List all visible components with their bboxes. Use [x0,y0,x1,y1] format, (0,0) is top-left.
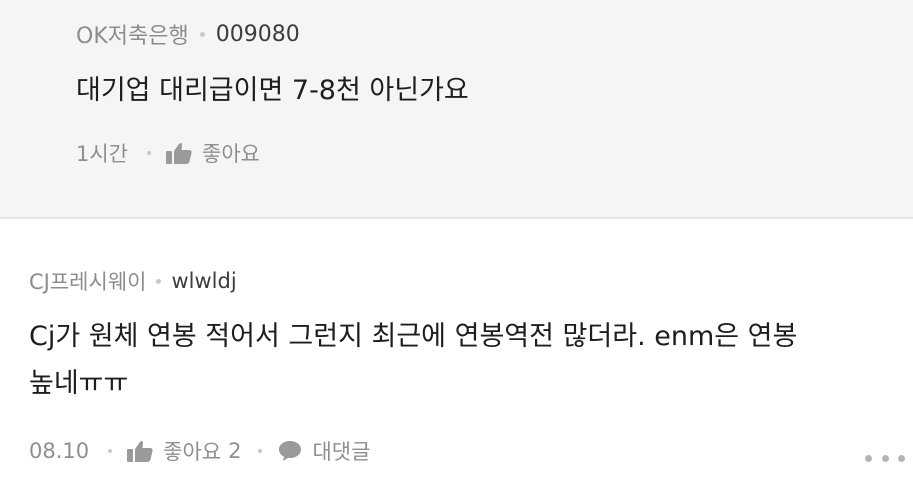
comment-like-label: 좋아요 [163,440,222,464]
comment-reply-label: 대댓글 [312,440,371,464]
reply-text: 대기업 대리급이면 7-8천 아닌가요 [76,75,469,106]
separator-dot [199,31,205,37]
comment-reply-button[interactable]: 대댓글 [278,436,370,466]
comment-text-line2: 높네ㅠㅠ [29,368,129,399]
thumbs-up-icon [166,142,192,164]
comment-nickname: wlwldj [171,269,237,293]
reply-author: OK저축은행 009080 [76,18,300,50]
separator-dot [147,151,152,155]
comment-author: CJ프레시웨이 wlwldj [29,266,237,296]
comment-company: CJ프레시웨이 [29,270,147,294]
thumbs-up-icon [127,440,153,462]
comment-like-count: 2 [228,439,242,463]
reply-company: OK저축은행 [76,24,189,49]
more-dot [898,454,905,462]
more-dot [865,454,872,462]
separator-dot [258,449,263,453]
reply-nickname: 009080 [215,21,300,47]
speech-bubble-icon [278,440,302,462]
separator-dot [108,449,113,453]
separator-dot [156,278,162,284]
reply-actions: 1시간 좋아요 [76,138,260,168]
more-dots-icon[interactable] [865,448,905,468]
reply-like-button[interactable]: 좋아요 [166,138,260,168]
comment-like-button[interactable]: 좋아요 2 [127,436,241,466]
comment-date: 08.10 [29,439,90,463]
comment-text-line1: Cj가 원체 연봉 적어서 그런지 최근에 연봉역전 많더라. enm은 연봉 [29,321,798,352]
reply-time: 1시간 [76,142,129,166]
reply-like-label: 좋아요 [202,142,260,166]
nested-reply: OK저축은행 009080 대기업 대리급이면 7-8천 아닌가요 1시간 좋아… [0,0,913,219]
more-dot [881,454,889,462]
comment-actions: 08.10 좋아요 2 대댓글 [29,436,370,466]
